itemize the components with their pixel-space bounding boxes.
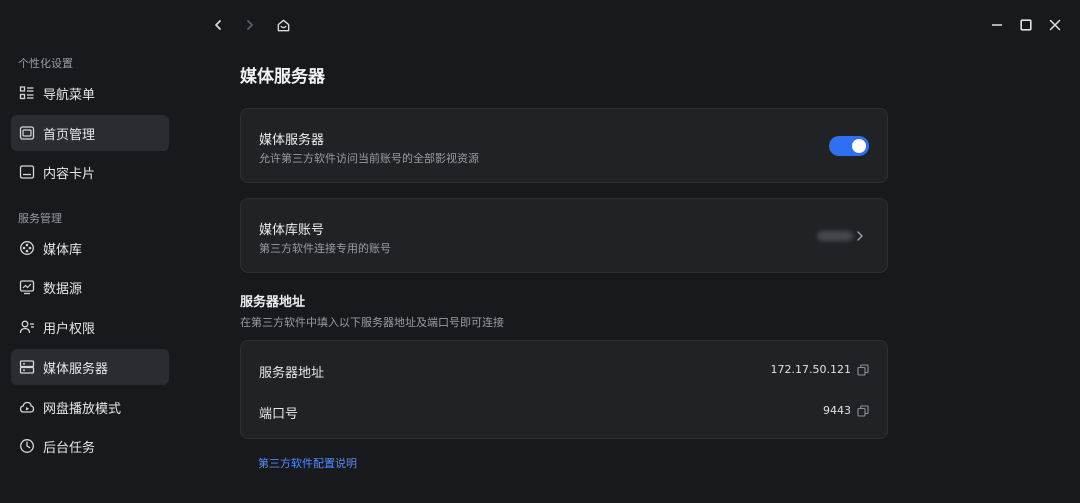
maximize-icon bbox=[1020, 19, 1032, 31]
account-title: 媒体库账号 bbox=[259, 223, 325, 238]
copy-port-button[interactable] bbox=[857, 405, 869, 417]
server-icon bbox=[19, 359, 35, 375]
close-icon bbox=[1049, 19, 1061, 31]
sidebar-item-label: 导航菜单 bbox=[43, 87, 96, 103]
sidebar-item-label: 后台任务 bbox=[43, 440, 96, 456]
third-party-config-link[interactable]: 第三方软件配置说明 bbox=[258, 455, 357, 471]
sidebar-item-background-tasks[interactable]: 后台任务 bbox=[11, 428, 169, 464]
media-server-description: 允许第三方软件访问当前账号的全部影视资源 bbox=[259, 152, 479, 165]
server-address-heading: 服务器地址 bbox=[240, 295, 306, 310]
home-page-icon bbox=[19, 125, 35, 141]
chevron-right-icon bbox=[853, 228, 867, 244]
page-title: 媒体服务器 bbox=[240, 67, 325, 87]
media-server-title: 媒体服务器 bbox=[259, 133, 325, 148]
minimize-button[interactable] bbox=[985, 13, 1009, 37]
sidebar-item-data-source[interactable]: 数据源 bbox=[11, 269, 169, 305]
sidebar-item-label: 内容卡片 bbox=[43, 166, 96, 182]
sidebar-item-label: 首页管理 bbox=[43, 127, 96, 143]
port-value: 9443 bbox=[823, 404, 851, 417]
account-value-blurred bbox=[817, 231, 853, 241]
card-icon bbox=[19, 164, 35, 180]
port-label: 端口号 bbox=[259, 407, 299, 422]
media-server-toggle[interactable] bbox=[829, 136, 869, 156]
account-description: 第三方软件连接专用的账号 bbox=[259, 242, 391, 255]
copy-icon bbox=[857, 364, 869, 376]
sidebar-item-media-library[interactable]: 媒体库 bbox=[11, 230, 169, 266]
media-library-account-card[interactable]: 媒体库账号 第三方软件连接专用的账号 bbox=[240, 198, 888, 273]
sidebar-item-label: 数据源 bbox=[43, 281, 83, 297]
sidebar-item-nav-menu[interactable]: 导航菜单 bbox=[11, 75, 169, 111]
back-button[interactable] bbox=[206, 13, 230, 37]
media-server-card: 媒体服务器 允许第三方软件访问当前账号的全部影视资源 bbox=[240, 108, 888, 183]
sidebar-item-content-cards[interactable]: 内容卡片 bbox=[11, 154, 169, 190]
copy-address-button[interactable] bbox=[857, 364, 869, 376]
chevron-right-icon bbox=[247, 20, 253, 30]
home-icon bbox=[277, 19, 289, 31]
server-address-label: 服务器地址 bbox=[259, 366, 325, 381]
sidebar-section-service-management: 服务管理 bbox=[18, 212, 62, 225]
cloud-play-icon bbox=[19, 399, 35, 415]
sidebar-section-personalization: 个性化设置 bbox=[18, 57, 73, 70]
sidebar-item-label: 媒体库 bbox=[43, 242, 83, 258]
sidebar-item-home-management[interactable]: 首页管理 bbox=[11, 115, 169, 151]
sidebar-item-user-permission[interactable]: 用户权限 bbox=[11, 309, 169, 345]
clock-icon bbox=[19, 438, 35, 454]
forward-button[interactable] bbox=[238, 13, 262, 37]
sidebar: 个性化设置 导航菜单 首页管理 内容卡片 服务管理 媒体库 数据源 用户权限 媒… bbox=[0, 0, 180, 503]
copy-icon bbox=[857, 405, 869, 417]
close-button[interactable] bbox=[1043, 13, 1067, 37]
list-icon bbox=[19, 85, 35, 101]
sidebar-item-cloud-play-mode[interactable]: 网盘播放模式 bbox=[11, 389, 169, 425]
maximize-button[interactable] bbox=[1014, 13, 1038, 37]
minimize-icon bbox=[992, 24, 1002, 26]
server-address-card: 服务器地址 172.17.50.121 端口号 9443 bbox=[240, 340, 888, 439]
server-address-description: 在第三方软件中填入以下服务器地址及端口号即可连接 bbox=[240, 316, 504, 329]
server-address-value: 172.17.50.121 bbox=[770, 363, 851, 376]
sidebar-item-media-server[interactable]: 媒体服务器 bbox=[11, 349, 169, 385]
home-button[interactable] bbox=[271, 13, 295, 37]
chevron-left-icon bbox=[215, 20, 221, 30]
data-source-icon bbox=[19, 279, 35, 295]
sidebar-item-label: 网盘播放模式 bbox=[43, 401, 122, 417]
sidebar-item-label: 用户权限 bbox=[43, 321, 96, 337]
media-library-icon bbox=[19, 240, 35, 256]
user-permission-icon bbox=[19, 319, 35, 335]
app-window: 个性化设置 导航菜单 首页管理 内容卡片 服务管理 媒体库 数据源 用户权限 媒… bbox=[0, 0, 1080, 503]
sidebar-item-label: 媒体服务器 bbox=[43, 361, 109, 377]
toggle-knob bbox=[852, 139, 866, 153]
